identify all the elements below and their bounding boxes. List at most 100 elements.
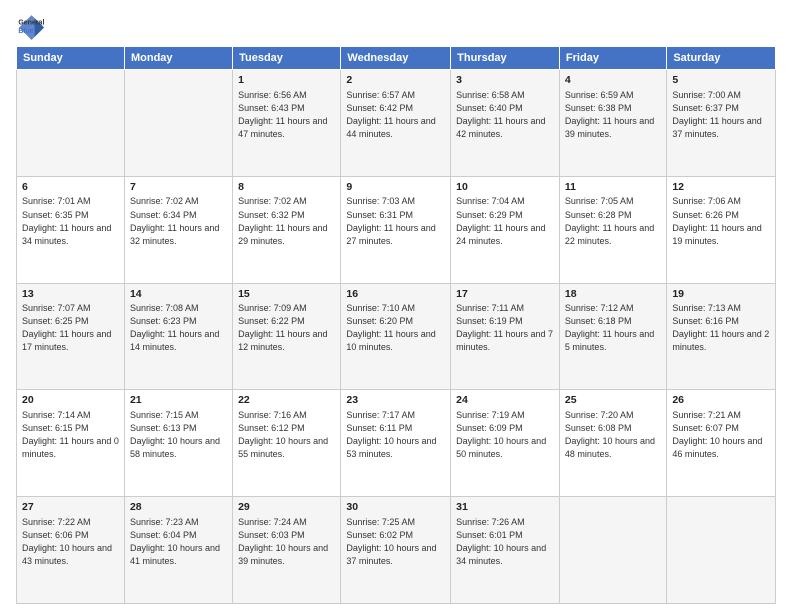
week-row-1: 1Sunrise: 6:56 AM Sunset: 6:43 PM Daylig… (17, 70, 776, 177)
day-number: 8 (238, 180, 335, 195)
calendar-cell: 10Sunrise: 7:04 AM Sunset: 6:29 PM Dayli… (451, 176, 560, 283)
calendar-cell (667, 497, 776, 604)
day-number: 9 (346, 180, 445, 195)
day-info: Sunrise: 7:09 AM Sunset: 6:22 PM Dayligh… (238, 302, 335, 354)
day-number: 5 (672, 73, 770, 88)
logo: General Blue (16, 12, 48, 40)
calendar-cell: 24Sunrise: 7:19 AM Sunset: 6:09 PM Dayli… (451, 390, 560, 497)
calendar-cell: 3Sunrise: 6:58 AM Sunset: 6:40 PM Daylig… (451, 70, 560, 177)
calendar-table: Sunday Monday Tuesday Wednesday Thursday… (16, 46, 776, 604)
day-number: 25 (565, 393, 661, 408)
day-number: 27 (22, 500, 119, 515)
day-number: 23 (346, 393, 445, 408)
day-info: Sunrise: 7:07 AM Sunset: 6:25 PM Dayligh… (22, 302, 119, 354)
day-info: Sunrise: 6:58 AM Sunset: 6:40 PM Dayligh… (456, 89, 554, 141)
day-number: 22 (238, 393, 335, 408)
calendar-cell: 17Sunrise: 7:11 AM Sunset: 6:19 PM Dayli… (451, 283, 560, 390)
day-number: 26 (672, 393, 770, 408)
header-friday: Friday (559, 47, 666, 70)
day-number: 30 (346, 500, 445, 515)
calendar-cell: 11Sunrise: 7:05 AM Sunset: 6:28 PM Dayli… (559, 176, 666, 283)
week-row-3: 13Sunrise: 7:07 AM Sunset: 6:25 PM Dayli… (17, 283, 776, 390)
calendar-cell: 9Sunrise: 7:03 AM Sunset: 6:31 PM Daylig… (341, 176, 451, 283)
week-row-2: 6Sunrise: 7:01 AM Sunset: 6:35 PM Daylig… (17, 176, 776, 283)
day-number: 18 (565, 287, 661, 302)
header: General Blue (16, 12, 776, 40)
day-number: 11 (565, 180, 661, 195)
day-number: 2 (346, 73, 445, 88)
day-info: Sunrise: 7:13 AM Sunset: 6:16 PM Dayligh… (672, 302, 770, 354)
svg-text:General: General (18, 19, 44, 26)
calendar-cell: 26Sunrise: 7:21 AM Sunset: 6:07 PM Dayli… (667, 390, 776, 497)
calendar-cell: 14Sunrise: 7:08 AM Sunset: 6:23 PM Dayli… (124, 283, 232, 390)
calendar-cell: 2Sunrise: 6:57 AM Sunset: 6:42 PM Daylig… (341, 70, 451, 177)
week-row-5: 27Sunrise: 7:22 AM Sunset: 6:06 PM Dayli… (17, 497, 776, 604)
calendar-cell: 8Sunrise: 7:02 AM Sunset: 6:32 PM Daylig… (233, 176, 341, 283)
day-info: Sunrise: 6:59 AM Sunset: 6:38 PM Dayligh… (565, 89, 661, 141)
calendar-cell (124, 70, 232, 177)
day-number: 19 (672, 287, 770, 302)
calendar-cell: 18Sunrise: 7:12 AM Sunset: 6:18 PM Dayli… (559, 283, 666, 390)
day-info: Sunrise: 7:26 AM Sunset: 6:01 PM Dayligh… (456, 516, 554, 568)
day-number: 31 (456, 500, 554, 515)
day-number: 29 (238, 500, 335, 515)
day-number: 12 (672, 180, 770, 195)
calendar-cell: 6Sunrise: 7:01 AM Sunset: 6:35 PM Daylig… (17, 176, 125, 283)
day-info: Sunrise: 7:11 AM Sunset: 6:19 PM Dayligh… (456, 302, 554, 354)
calendar-cell: 5Sunrise: 7:00 AM Sunset: 6:37 PM Daylig… (667, 70, 776, 177)
header-wednesday: Wednesday (341, 47, 451, 70)
day-number: 20 (22, 393, 119, 408)
calendar-cell: 12Sunrise: 7:06 AM Sunset: 6:26 PM Dayli… (667, 176, 776, 283)
day-info: Sunrise: 6:56 AM Sunset: 6:43 PM Dayligh… (238, 89, 335, 141)
day-number: 10 (456, 180, 554, 195)
day-info: Sunrise: 7:19 AM Sunset: 6:09 PM Dayligh… (456, 409, 554, 461)
day-info: Sunrise: 7:12 AM Sunset: 6:18 PM Dayligh… (565, 302, 661, 354)
day-info: Sunrise: 7:24 AM Sunset: 6:03 PM Dayligh… (238, 516, 335, 568)
calendar-cell: 1Sunrise: 6:56 AM Sunset: 6:43 PM Daylig… (233, 70, 341, 177)
day-info: Sunrise: 7:00 AM Sunset: 6:37 PM Dayligh… (672, 89, 770, 141)
calendar-cell: 21Sunrise: 7:15 AM Sunset: 6:13 PM Dayli… (124, 390, 232, 497)
calendar-cell: 16Sunrise: 7:10 AM Sunset: 6:20 PM Dayli… (341, 283, 451, 390)
calendar-cell: 7Sunrise: 7:02 AM Sunset: 6:34 PM Daylig… (124, 176, 232, 283)
day-info: Sunrise: 7:06 AM Sunset: 6:26 PM Dayligh… (672, 195, 770, 247)
day-info: Sunrise: 7:02 AM Sunset: 6:32 PM Dayligh… (238, 195, 335, 247)
day-info: Sunrise: 7:03 AM Sunset: 6:31 PM Dayligh… (346, 195, 445, 247)
day-number: 17 (456, 287, 554, 302)
week-row-4: 20Sunrise: 7:14 AM Sunset: 6:15 PM Dayli… (17, 390, 776, 497)
svg-text:Blue: Blue (18, 28, 33, 35)
day-number: 28 (130, 500, 227, 515)
day-info: Sunrise: 7:23 AM Sunset: 6:04 PM Dayligh… (130, 516, 227, 568)
calendar-cell: 29Sunrise: 7:24 AM Sunset: 6:03 PM Dayli… (233, 497, 341, 604)
calendar-cell: 20Sunrise: 7:14 AM Sunset: 6:15 PM Dayli… (17, 390, 125, 497)
header-saturday: Saturday (667, 47, 776, 70)
header-tuesday: Tuesday (233, 47, 341, 70)
calendar-cell: 30Sunrise: 7:25 AM Sunset: 6:02 PM Dayli… (341, 497, 451, 604)
calendar-cell: 31Sunrise: 7:26 AM Sunset: 6:01 PM Dayli… (451, 497, 560, 604)
calendar-cell: 19Sunrise: 7:13 AM Sunset: 6:16 PM Dayli… (667, 283, 776, 390)
day-number: 13 (22, 287, 119, 302)
day-number: 16 (346, 287, 445, 302)
calendar-cell: 23Sunrise: 7:17 AM Sunset: 6:11 PM Dayli… (341, 390, 451, 497)
calendar-cell: 28Sunrise: 7:23 AM Sunset: 6:04 PM Dayli… (124, 497, 232, 604)
day-info: Sunrise: 7:02 AM Sunset: 6:34 PM Dayligh… (130, 195, 227, 247)
day-info: Sunrise: 7:22 AM Sunset: 6:06 PM Dayligh… (22, 516, 119, 568)
calendar-cell (17, 70, 125, 177)
weekday-header-row: Sunday Monday Tuesday Wednesday Thursday… (17, 47, 776, 70)
day-info: Sunrise: 7:20 AM Sunset: 6:08 PM Dayligh… (565, 409, 661, 461)
header-sunday: Sunday (17, 47, 125, 70)
page: General Blue Sunday Monday Tuesday Wedne… (0, 0, 792, 612)
calendar-cell: 27Sunrise: 7:22 AM Sunset: 6:06 PM Dayli… (17, 497, 125, 604)
calendar-cell: 13Sunrise: 7:07 AM Sunset: 6:25 PM Dayli… (17, 283, 125, 390)
day-info: Sunrise: 7:15 AM Sunset: 6:13 PM Dayligh… (130, 409, 227, 461)
calendar-cell: 25Sunrise: 7:20 AM Sunset: 6:08 PM Dayli… (559, 390, 666, 497)
day-info: Sunrise: 7:05 AM Sunset: 6:28 PM Dayligh… (565, 195, 661, 247)
logo-icon: General Blue (16, 12, 44, 40)
day-info: Sunrise: 7:25 AM Sunset: 6:02 PM Dayligh… (346, 516, 445, 568)
day-number: 6 (22, 180, 119, 195)
header-monday: Monday (124, 47, 232, 70)
day-number: 3 (456, 73, 554, 88)
day-number: 14 (130, 287, 227, 302)
day-number: 7 (130, 180, 227, 195)
day-info: Sunrise: 6:57 AM Sunset: 6:42 PM Dayligh… (346, 89, 445, 141)
calendar-cell: 15Sunrise: 7:09 AM Sunset: 6:22 PM Dayli… (233, 283, 341, 390)
